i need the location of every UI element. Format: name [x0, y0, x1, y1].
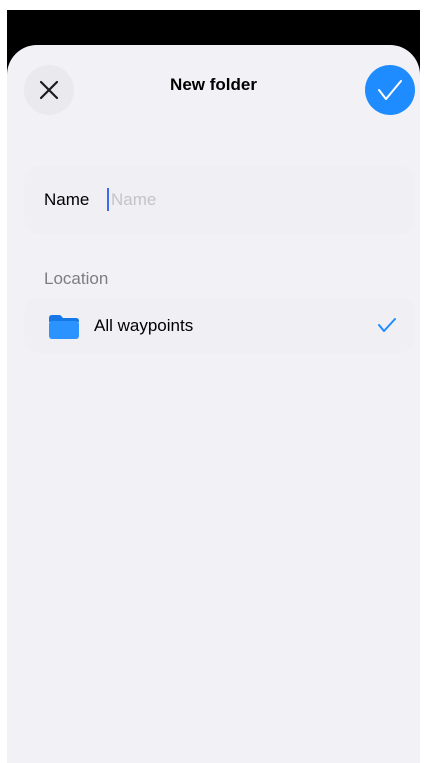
page-title: New folder [170, 75, 257, 94]
close-icon [39, 80, 59, 100]
name-field-row[interactable]: Name [24, 165, 415, 235]
screen-frame: New folder Name Location All waypoints [7, 10, 420, 763]
folder-icon [49, 315, 79, 339]
selected-checkmark-icon [378, 318, 396, 332]
name-label: Name [44, 190, 90, 209]
text-cursor [107, 188, 109, 211]
confirm-button[interactable] [365, 65, 415, 115]
checkmark-icon [378, 80, 402, 100]
location-item-all-waypoints[interactable]: All waypoints [24, 297, 415, 353]
location-item-label: All waypoints [94, 316, 194, 335]
name-input[interactable] [111, 187, 391, 213]
location-section-label: Location [44, 269, 109, 288]
close-button[interactable] [24, 65, 74, 115]
new-folder-sheet: New folder Name Location All waypoints [7, 45, 420, 763]
